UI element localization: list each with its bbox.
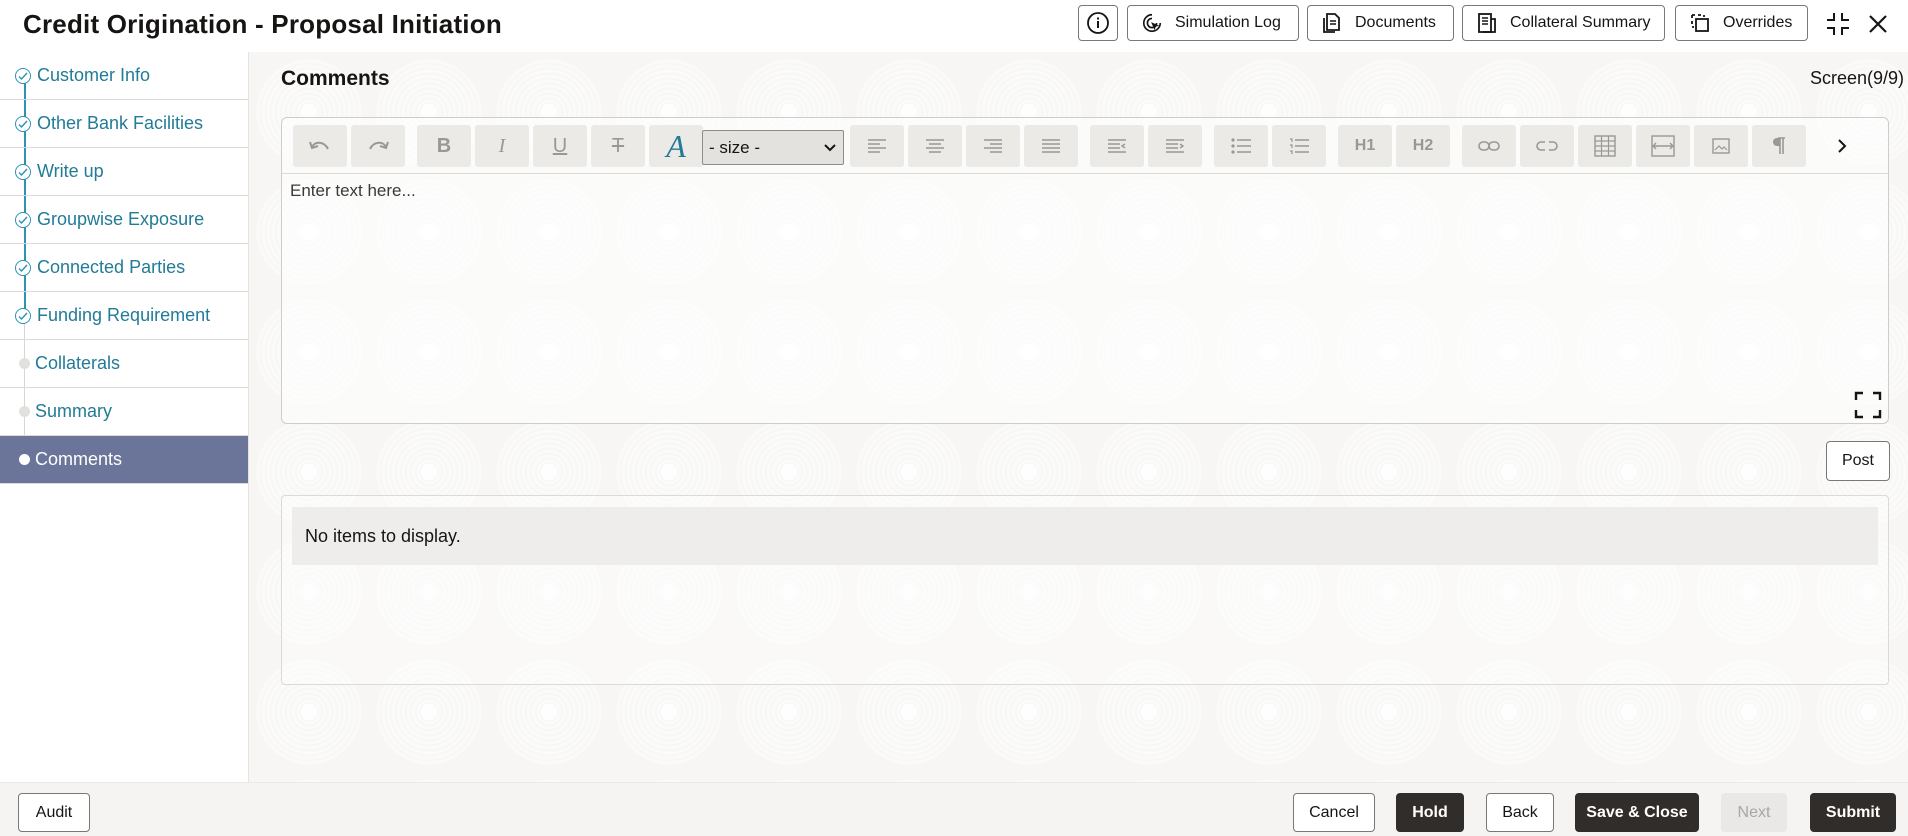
sidebar-item-label: Groupwise Exposure [37, 209, 205, 229]
screen-count: Screen(9/9) [1809, 68, 1904, 88]
bold-icon[interactable]: B [417, 125, 471, 167]
sidebar-item-customer-info[interactable]: Customer Info [0, 52, 248, 100]
image-icon[interactable] [1694, 125, 1748, 167]
save-close-button[interactable]: Save & Close [1575, 793, 1699, 832]
collateral-summary-label: Collateral Summary [1510, 14, 1651, 31]
sidebar-item-label: Write up [37, 161, 104, 181]
back-button[interactable]: Back [1486, 793, 1554, 832]
step-dot-icon [19, 454, 30, 465]
fullscreen-icon[interactable] [1854, 391, 1882, 419]
bullet-list-icon[interactable] [1214, 125, 1268, 167]
heading2-button[interactable]: H2 [1396, 125, 1450, 167]
sidebar-item-collaterals[interactable]: Collaterals [0, 340, 248, 388]
sidebar-item-connected-parties[interactable]: Connected Parties [0, 244, 248, 292]
section-title: Comments [281, 67, 390, 90]
undo-icon[interactable] [293, 125, 347, 167]
italic-icon[interactable]: I [475, 125, 529, 167]
comments-list: No items to display. [281, 495, 1889, 685]
footer: Audit Cancel Hold Back Save & Close Next… [0, 782, 1908, 836]
close-icon[interactable] [1864, 10, 1892, 38]
collateral-summary-icon [1476, 12, 1498, 34]
info-button[interactable] [1078, 5, 1118, 41]
horizontal-rule-icon[interactable] [1636, 125, 1690, 167]
indent-icon[interactable] [1148, 125, 1202, 167]
underline-icon[interactable]: U [533, 125, 587, 167]
collateral-summary-button[interactable]: Collateral Summary [1462, 5, 1665, 41]
font-size-select[interactable]: - size - [702, 130, 844, 165]
audit-button[interactable]: Audit [18, 793, 90, 832]
header: Credit Origination - Proposal Initiation… [0, 0, 1908, 53]
font-size-value: - size - [709, 137, 760, 157]
chevron-down-icon [824, 144, 836, 152]
overrides-icon [1689, 12, 1711, 34]
align-center-icon[interactable] [908, 125, 962, 167]
sidebar-item-label: Customer Info [37, 65, 151, 85]
numbered-list-icon[interactable] [1272, 125, 1326, 167]
page-title: Credit Origination - Proposal Initiation [23, 9, 502, 39]
outdent-icon[interactable] [1090, 125, 1144, 167]
hold-button[interactable]: Hold [1396, 793, 1464, 832]
simulation-log-label: Simulation Log [1175, 14, 1281, 31]
align-right-icon[interactable] [966, 125, 1020, 167]
empty-state: No items to display. [292, 507, 1878, 565]
documents-button[interactable]: Documents [1307, 5, 1454, 41]
sidebar-item-other-bank-facilities[interactable]: Other Bank Facilities [0, 100, 248, 148]
step-dot-icon [19, 406, 30, 417]
next-button[interactable]: Next [1721, 793, 1787, 832]
step-dot-icon [19, 358, 30, 369]
check-icon [15, 308, 31, 324]
empty-message: No items to display. [305, 525, 461, 546]
sidebar-item-write-up[interactable]: Write up [0, 148, 248, 196]
cancel-button[interactable]: Cancel [1293, 793, 1375, 832]
documents-icon [1321, 12, 1343, 34]
check-icon [15, 68, 31, 84]
check-icon [15, 116, 31, 132]
align-left-icon[interactable] [850, 125, 904, 167]
align-justify-icon[interactable] [1024, 125, 1078, 167]
font-color-icon[interactable]: A [649, 125, 703, 167]
check-icon [15, 212, 31, 228]
strikethrough-icon[interactable]: T [591, 125, 645, 167]
sidebar-item-groupwise-exposure[interactable]: Groupwise Exposure [0, 196, 248, 244]
check-icon [15, 260, 31, 276]
editor-text-area[interactable]: Enter text here... [290, 181, 416, 201]
unlink-icon[interactable] [1520, 125, 1574, 167]
sidebar-item-label: Summary [35, 401, 113, 421]
sidebar-item-label: Other Bank Facilities [37, 113, 204, 133]
heading1-button[interactable]: H1 [1338, 125, 1392, 167]
link-icon[interactable] [1462, 125, 1516, 167]
sidebar-item-label: Comments [35, 449, 123, 469]
minimize-icon[interactable] [1824, 10, 1852, 38]
simulation-log-icon [1141, 12, 1163, 34]
sidebar-item-label: Connected Parties [37, 257, 186, 277]
table-icon[interactable] [1578, 125, 1632, 167]
sidebar-item-label: Collaterals [35, 353, 121, 373]
overrides-label: Overrides [1723, 14, 1793, 31]
paragraph-icon[interactable] [1752, 125, 1806, 167]
check-icon [15, 164, 31, 180]
info-icon [1086, 11, 1110, 35]
submit-button[interactable]: Submit [1810, 793, 1896, 832]
documents-label: Documents [1355, 14, 1436, 31]
sidebar: Customer Info Other Bank Facilities Writ… [0, 52, 249, 782]
overrides-button[interactable]: Overrides [1675, 5, 1808, 41]
chevron-right-icon[interactable] [1827, 125, 1857, 167]
rich-text-editor[interactable]: B I U T A - size - H1 H2 Enter text here… [281, 117, 1889, 424]
sidebar-item-label: Funding Requirement [37, 305, 211, 325]
sidebar-item-funding-requirement[interactable]: Funding Requirement [0, 292, 248, 340]
sidebar-item-comments[interactable]: Comments [0, 436, 248, 484]
post-button[interactable]: Post [1826, 441, 1890, 481]
redo-icon[interactable] [351, 125, 405, 167]
simulation-log-button[interactable]: Simulation Log [1127, 5, 1299, 41]
sidebar-item-summary[interactable]: Summary [0, 388, 248, 436]
editor-toolbar: B I U T A - size - H1 H2 [282, 118, 1888, 174]
